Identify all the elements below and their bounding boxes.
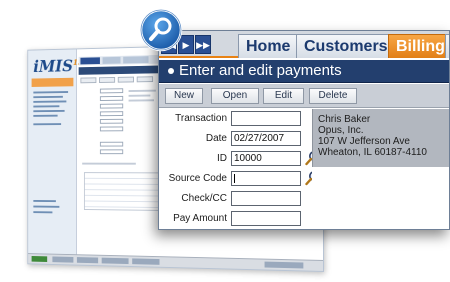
background-text-line [128, 99, 155, 102]
background-nav-line [33, 91, 69, 94]
background-button [80, 77, 97, 84]
payments-window: ◀◀ ▶ ▶▶ Home Customers Billing A Enter a… [158, 30, 450, 230]
background-field [99, 88, 124, 94]
background-sidebar-header [31, 77, 74, 87]
background-nav-line [33, 123, 62, 126]
edit-button[interactable]: Edit [263, 88, 304, 104]
transaction-field[interactable] [231, 111, 301, 126]
background-field [99, 141, 124, 147]
background-button [117, 76, 135, 83]
nav-arrow-icon[interactable]: ▶▶ [195, 35, 211, 54]
background-nav-line [33, 105, 60, 108]
tab-bar: ◀◀ ▶ ▶▶ Home Customers Billing A [159, 31, 449, 58]
payment-form: Transaction Date 02/27/2007 ID 10000 Sou… [159, 109, 311, 229]
pay-amount-field[interactable] [231, 211, 301, 226]
background-nav-line [33, 114, 58, 117]
background-nav-line [33, 205, 60, 208]
background-nav-line [33, 109, 65, 113]
background-grid [83, 172, 167, 212]
id-field[interactable]: 10000 [231, 151, 301, 166]
background-nav-line [33, 95, 63, 99]
background-nav-line [33, 100, 67, 103]
check-cc-label: Check/CC [181, 193, 227, 204]
background-sidebar: iMIS15 [28, 49, 83, 259]
date-label: Date [205, 133, 227, 144]
new-button[interactable]: New [165, 88, 203, 104]
background-taskbar-item [76, 257, 99, 264]
tab-billing[interactable]: Billing [388, 34, 449, 58]
tab-next[interactable]: A [445, 34, 449, 58]
customer-city: Wheaton, IL 60187-4110 [318, 147, 427, 158]
customer-address-panel: Chris Baker Opus, Inc. 107 W Jefferson A… [312, 109, 449, 167]
background-nav-line [33, 199, 56, 203]
background-field [99, 118, 124, 124]
open-button[interactable]: Open [211, 88, 259, 104]
date-field[interactable]: 02/27/2007 [231, 131, 301, 146]
magnifier-badge-icon [139, 8, 183, 52]
source-code-label: Source Code [168, 173, 227, 184]
customer-name: Chris Baker [318, 114, 371, 125]
background-text-line [128, 89, 156, 93]
background-field [99, 103, 124, 109]
background-button [99, 76, 116, 83]
background-taskbar-item [264, 261, 304, 269]
background-tab [123, 56, 149, 64]
delete-button[interactable]: Delete [309, 88, 357, 104]
background-field [99, 126, 124, 132]
pay-amount-label: Pay Amount [173, 213, 227, 224]
toolbar: New Open Edit Delete [159, 84, 449, 108]
transaction-label: Transaction [175, 113, 227, 124]
customer-company: Opus, Inc. [318, 125, 364, 136]
background-tab [80, 57, 100, 65]
background-nav-line [33, 211, 53, 214]
page-title-bar: Enter and edit payments [159, 60, 449, 83]
tab-customers[interactable]: Customers [296, 34, 396, 58]
imis-logo: iMIS15 [33, 57, 82, 77]
blank-panel [312, 167, 449, 229]
page-title: Enter and edit payments [179, 62, 342, 79]
background-tab [102, 56, 121, 64]
check-cc-field[interactable] [231, 191, 301, 206]
background-button [136, 76, 154, 83]
background-field [99, 149, 124, 155]
title-bullet [168, 68, 174, 74]
background-field [99, 111, 124, 117]
customer-street: 107 W Jefferson Ave [318, 136, 410, 147]
source-code-field[interactable] [231, 171, 301, 186]
background-field [99, 95, 124, 101]
background-text-line [82, 162, 136, 165]
tab-home[interactable]: Home [238, 34, 299, 58]
background-taskbar-item [101, 257, 129, 265]
background-taskbar-item [31, 255, 48, 262]
background-taskbar-item [52, 256, 74, 263]
background-text-line [128, 94, 151, 97]
id-label: ID [217, 153, 227, 164]
background-taskbar-item [132, 258, 160, 265]
